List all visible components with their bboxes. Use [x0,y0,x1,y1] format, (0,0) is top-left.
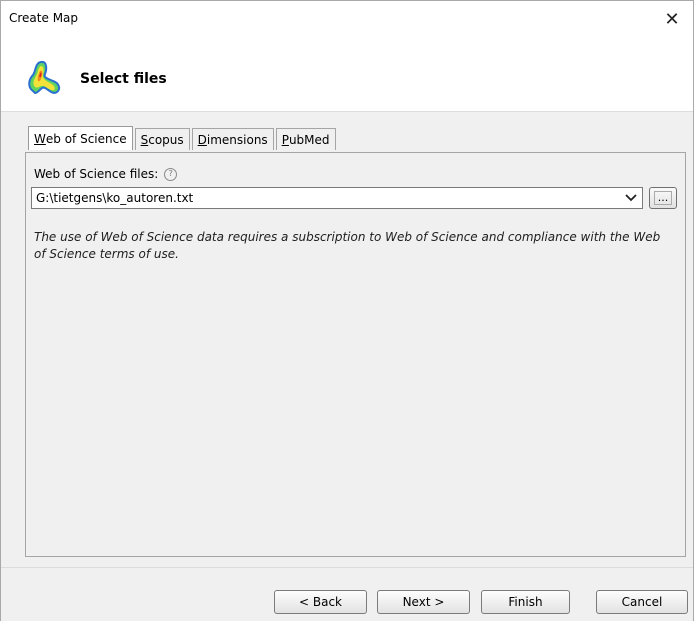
tab-label: copus [148,132,184,147]
browse-label: ... [653,191,673,205]
density-map-icon [28,60,61,95]
files-label-row: Web of Science files: ? [34,167,178,181]
browse-button[interactable]: ... [649,187,677,209]
source-tabs: Web of Science Scopus Dimensions PubMed [28,126,338,152]
wizard-content: Web of Science Scopus Dimensions PubMed … [1,112,693,567]
tab-hotkey: D [197,132,207,147]
tab-label: ubMed [288,132,330,147]
tab-hotkey: S [140,132,149,147]
tab-scopus[interactable]: Scopus [134,128,190,150]
cancel-button[interactable]: Cancel [596,590,688,614]
tab-label: imensions [206,132,268,147]
files-label: Web of Science files: [34,167,159,181]
title-bar: Create Map ✕ [1,1,693,45]
help-icon[interactable]: ? [164,167,178,181]
next-button[interactable]: Next > [377,590,470,614]
tab-web-of-science[interactable]: Web of Science [28,126,133,150]
back-button[interactable]: < Back [274,590,367,614]
file-path-combo[interactable]: G:\tietgens\ko_autoren.txt [31,187,643,209]
create-map-dialog: Create Map ✕ Select files Web of Science… [0,0,694,621]
tab-hotkey: P [281,132,289,147]
close-button[interactable]: ✕ [657,5,687,33]
wizard-footer: < Back Next > Finish Cancel [1,567,693,621]
window-title: Create Map [9,11,79,25]
tab-pubmed[interactable]: PubMed [275,128,336,150]
web-of-science-panel: Web of Science files: ? G:\tietgens\ko_a… [25,152,686,557]
tab-hotkey: W [34,131,46,146]
page-title: Select files [80,71,167,87]
chevron-down-icon[interactable] [623,189,639,207]
license-notice: The use of Web of Science data requires … [34,230,661,261]
finish-button[interactable]: Finish [481,590,570,614]
close-icon: ✕ [664,8,680,30]
tab-dimensions[interactable]: Dimensions [191,128,274,150]
wizard-header: Select files [1,45,693,112]
file-path-value: G:\tietgens\ko_autoren.txt [36,191,194,205]
tab-label: eb of Science [45,131,127,146]
